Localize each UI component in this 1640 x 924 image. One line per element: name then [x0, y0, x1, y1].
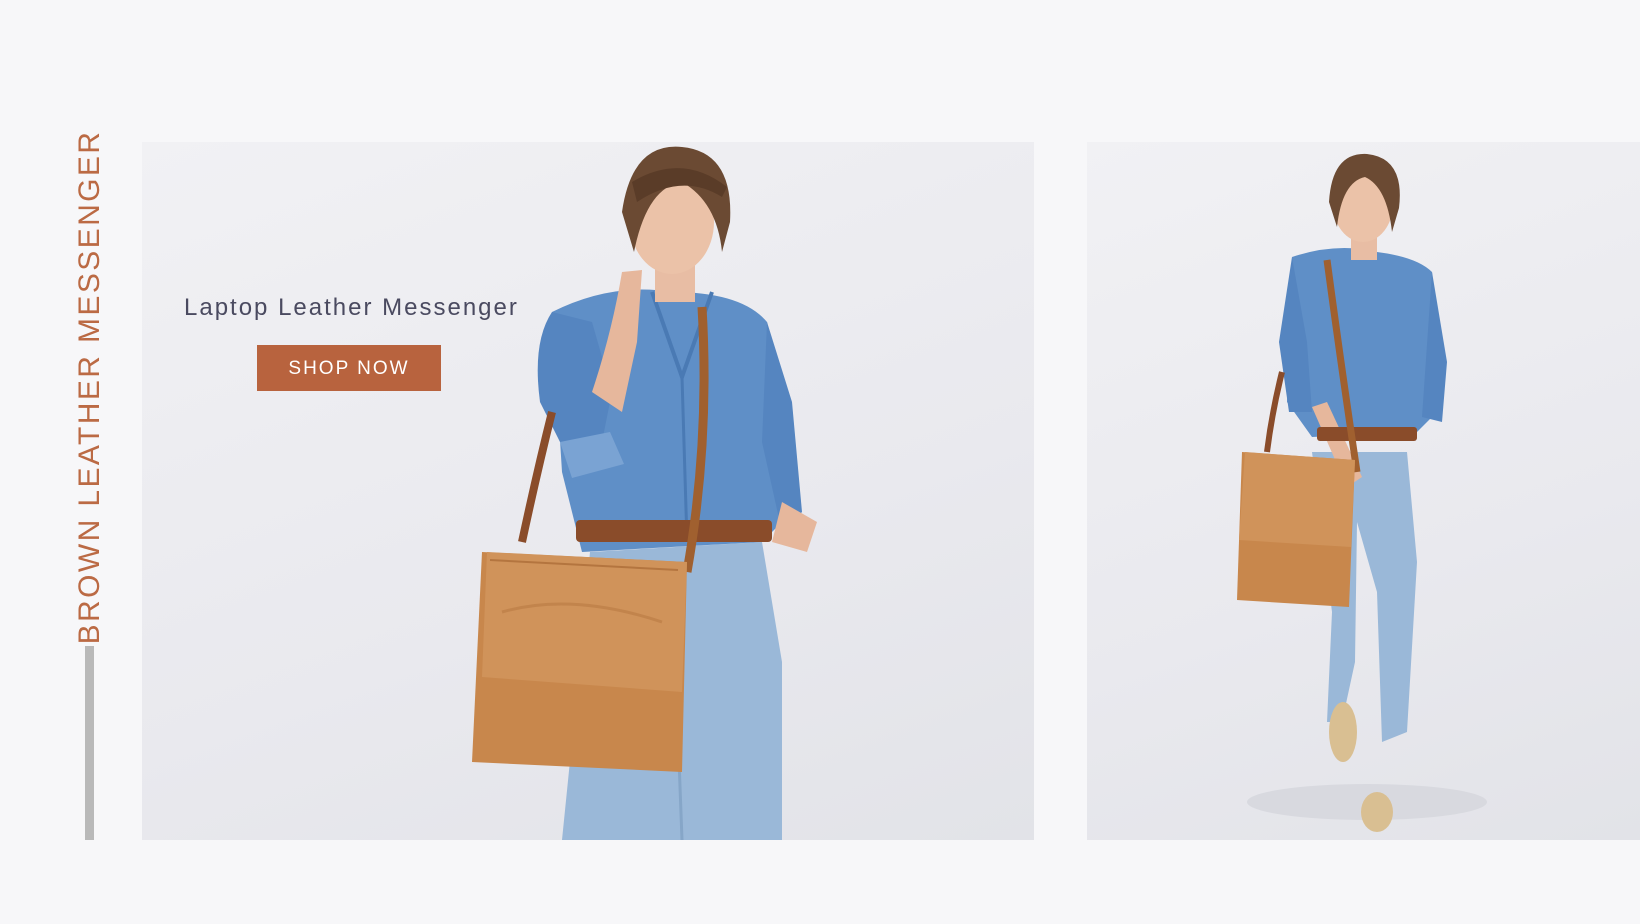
model-photo-2 [1237, 153, 1487, 832]
side-title-text: BROWN LEATHER MESSENGER [73, 129, 106, 645]
model-photo-1 [472, 146, 817, 840]
side-title: BROWN LEATHER MESSENGER [70, 130, 110, 645]
side-bar-divider [85, 646, 94, 840]
slide-caption: Laptop Leather Messenger SHOP NOW [184, 294, 519, 391]
slide-2[interactable] [1087, 142, 1640, 840]
slide-title: Laptop Leather Messenger [184, 294, 519, 321]
shop-now-button[interactable]: SHOP NOW [257, 345, 441, 391]
hero-slider: BROWN LEATHER MESSENGER Laptop Leather M… [0, 0, 1640, 924]
slide-1[interactable]: Laptop Leather Messenger SHOP NOW [142, 142, 1034, 840]
